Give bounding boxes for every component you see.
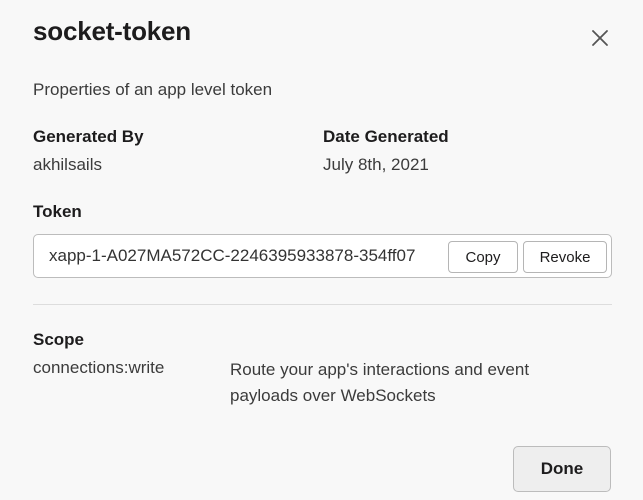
close-icon [591,29,609,47]
modal-title: socket-token [33,16,191,46]
scope-label: Scope [33,330,85,349]
token-field[interactable]: xapp-1-A027MA572CC-2246395933878-354ff07… [33,234,612,278]
token-properties-modal: socket-token Properties of an app level … [0,0,643,500]
generated-by-value: akhilsails [33,155,102,174]
done-button[interactable]: Done [513,446,611,492]
token-value[interactable]: xapp-1-A027MA572CC-2246395933878-354ff07 [49,246,415,266]
date-generated-value: July 8th, 2021 [323,155,429,174]
date-generated-label: Date Generated [323,127,449,146]
revoke-button[interactable]: Revoke [523,241,607,273]
scope-description: Route your app's interactions and event … [230,360,530,405]
copy-button[interactable]: Copy [448,241,518,273]
modal-subtitle: Properties of an app level token [33,80,273,99]
scope-name: connections:write [33,358,165,377]
generated-by-label: Generated By [33,127,144,146]
section-divider [33,304,612,305]
token-label: Token [33,202,82,221]
close-button[interactable] [584,22,616,54]
